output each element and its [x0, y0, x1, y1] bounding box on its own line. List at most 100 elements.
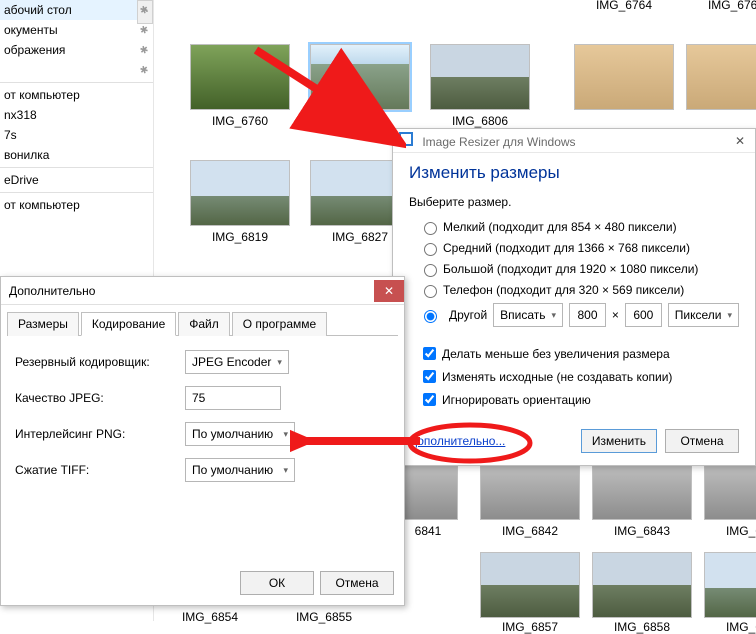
unit-combo[interactable]: Пиксели ▾ — [668, 303, 739, 327]
sidebar-item-label: nx318 — [4, 108, 37, 122]
sidebar-item-nx318[interactable]: nx318 — [0, 105, 153, 125]
radio-large[interactable]: Большой (подходит для 1920 × 1080 пиксел… — [419, 261, 739, 277]
file-tile[interactable]: IMG_6850 — [704, 552, 756, 634]
file-caption: IMG_6764 — [574, 0, 674, 12]
tiff-combo[interactable]: По умолчанию ▾ — [185, 458, 295, 482]
jpegq-input[interactable]: 75 — [185, 386, 281, 410]
resizer-body: Изменить размеры Выберите размер. Мелкий… — [393, 153, 755, 409]
encoder-value: JPEG Encoder — [192, 355, 271, 369]
jpegq-label: Качество JPEG: — [15, 391, 185, 405]
resizer-title-wrap: Image Resizer для Windows — [399, 132, 576, 149]
radio-medium[interactable]: Средний (подходит для 1366 × 768 пиксели… — [419, 240, 739, 256]
close-icon[interactable]: ✕ — [374, 280, 404, 302]
radio-input[interactable] — [424, 310, 437, 323]
sidebar-item-7s[interactable]: 7s — [0, 125, 153, 145]
thumbnail — [430, 44, 530, 110]
file-tile[interactable]: IMG_6854 — [160, 606, 260, 624]
checkbox-input[interactable] — [423, 370, 436, 383]
unit-combo-value: Пиксели — [675, 308, 722, 322]
jpegq-value: 75 — [192, 391, 205, 405]
file-tile[interactable]: IMG_6857 — [480, 552, 580, 634]
ok-button[interactable]: ОК — [240, 571, 314, 595]
row-png-interlace: Интерлейсинг PNG: По умолчанию ▾ — [15, 422, 390, 446]
advanced-dialog: Дополнительно ✕ Размеры Кодирование Файл… — [0, 276, 405, 606]
check-replace[interactable]: Изменять исходные (не создавать копии) — [419, 367, 739, 386]
thumbnail — [190, 160, 290, 226]
check-orient[interactable]: Игнорировать ориентацию — [419, 390, 739, 409]
tab-sizes[interactable]: Размеры — [7, 312, 79, 336]
png-combo[interactable]: По умолчанию ▾ — [185, 422, 295, 446]
file-caption: IMG_6854 — [160, 610, 260, 624]
tiff-label: Сжатие TIFF: — [15, 463, 185, 477]
encoder-combo[interactable]: JPEG Encoder ▾ — [185, 350, 289, 374]
radio-label: Большой (подходит для 1920 × 1080 пиксел… — [443, 262, 698, 276]
thumbnail — [480, 552, 580, 618]
file-tile[interactable]: IMG_6819 — [190, 160, 290, 244]
file-tile[interactable] — [686, 44, 756, 110]
tab-about[interactable]: О программе — [232, 312, 327, 336]
radio-other[interactable]: Другой Вписать ▾ 800 × 600 Пиксели ▾ — [419, 303, 739, 327]
thumbnail — [190, 44, 290, 110]
radio-input[interactable] — [424, 243, 437, 256]
radio-input[interactable] — [424, 222, 437, 235]
tab-encoding[interactable]: Кодирование — [81, 312, 176, 336]
resizer-titlebar[interactable]: Image Resizer для Windows ✕ — [393, 129, 755, 153]
sidebar-item-label: от компьютер — [4, 88, 80, 102]
radio-phone[interactable]: Телефон (подходит для 320 × 569 пиксели) — [419, 282, 739, 298]
button-label: Отмена — [335, 576, 378, 590]
fit-combo-value: Вписать — [500, 308, 545, 322]
file-caption: IMG_6843 — [592, 524, 692, 538]
cancel-button[interactable]: Отмена — [320, 571, 394, 595]
cancel-button[interactable]: Отмена — [665, 429, 739, 453]
sidebar-item-pictures[interactable]: ображения ✱ — [0, 40, 153, 60]
radio-small[interactable]: Мелкий (подходит для 854 × 480 пиксели) — [419, 219, 739, 235]
close-icon[interactable]: ✕ — [731, 134, 749, 148]
advanced-titlebar[interactable]: Дополнительно ✕ — [1, 277, 404, 305]
chevron-down-icon: ▾ — [277, 357, 282, 368]
radio-input[interactable] — [424, 264, 437, 277]
file-tile[interactable] — [574, 44, 674, 110]
sidebar-item-documents[interactable]: окументы ✱ — [0, 20, 153, 40]
sidebar-item-blank[interactable]: ✱ — [0, 60, 153, 80]
width-input[interactable]: 800 — [569, 303, 606, 327]
radio-label: Телефон (подходит для 320 × 569 пиксели) — [443, 283, 684, 297]
sidebar-item-desktop[interactable]: абочий стол ✱ — [0, 0, 153, 20]
sidebar-item-thispc2[interactable]: от компьютер — [0, 195, 153, 215]
fit-combo[interactable]: Вписать ▾ — [493, 303, 563, 327]
height-input[interactable]: 600 — [625, 303, 662, 327]
file-tile[interactable]: IMG_6858 — [592, 552, 692, 634]
file-caption: IMG_6857 — [480, 620, 580, 634]
sidebar-item-label: вонилка — [4, 148, 49, 162]
file-caption: IMG_6844 — [704, 524, 756, 538]
sidebar-item-edrive[interactable]: eDrive — [0, 170, 153, 190]
tab-file[interactable]: Файл — [178, 312, 230, 336]
file-tile[interactable]: IMG_6855 — [274, 606, 374, 624]
sidebar-item-label: eDrive — [4, 173, 39, 187]
file-caption: IMG_6806 — [430, 114, 530, 128]
resize-button[interactable]: Изменить — [581, 429, 657, 453]
file-tile[interactable]: IMG_6843 — [592, 454, 692, 538]
file-tile[interactable]: IMG_6765 — [686, 0, 756, 12]
png-label: Интерлейсинг PNG: — [15, 427, 185, 441]
file-tile[interactable]: IMG_6806 — [430, 44, 530, 128]
sidebar-item-thispc[interactable]: от компьютер — [0, 85, 153, 105]
thumbnail — [574, 44, 674, 110]
file-tile[interactable]: IMG_6844 — [704, 454, 756, 538]
file-caption: IMG_6760 — [190, 114, 290, 128]
file-tile-selected[interactable]: IMG_6803 — [310, 44, 410, 128]
file-tile[interactable]: IMG_6764 — [574, 0, 674, 12]
resizer-footer: Дополнительно... Изменить Отмена — [409, 429, 739, 453]
check-label: Изменять исходные (не создавать копии) — [442, 370, 672, 384]
checkbox-input[interactable] — [423, 347, 436, 360]
checkbox-input[interactable] — [423, 393, 436, 406]
file-tile[interactable]: IMG_6842 — [480, 454, 580, 538]
file-tile[interactable]: 6841 — [398, 454, 458, 538]
advanced-link[interactable]: Дополнительно... — [409, 434, 505, 448]
button-label: Изменить — [592, 434, 646, 448]
pin-icon: ✱ — [136, 23, 150, 37]
file-tile[interactable]: IMG_6760 — [190, 44, 290, 128]
sidebar-item-label: ображения — [4, 43, 65, 57]
radio-input[interactable] — [424, 285, 437, 298]
check-shrink[interactable]: Делать меньше без увеличения размера — [419, 344, 739, 363]
sidebar-item-vonilka[interactable]: вонилка — [0, 145, 153, 165]
